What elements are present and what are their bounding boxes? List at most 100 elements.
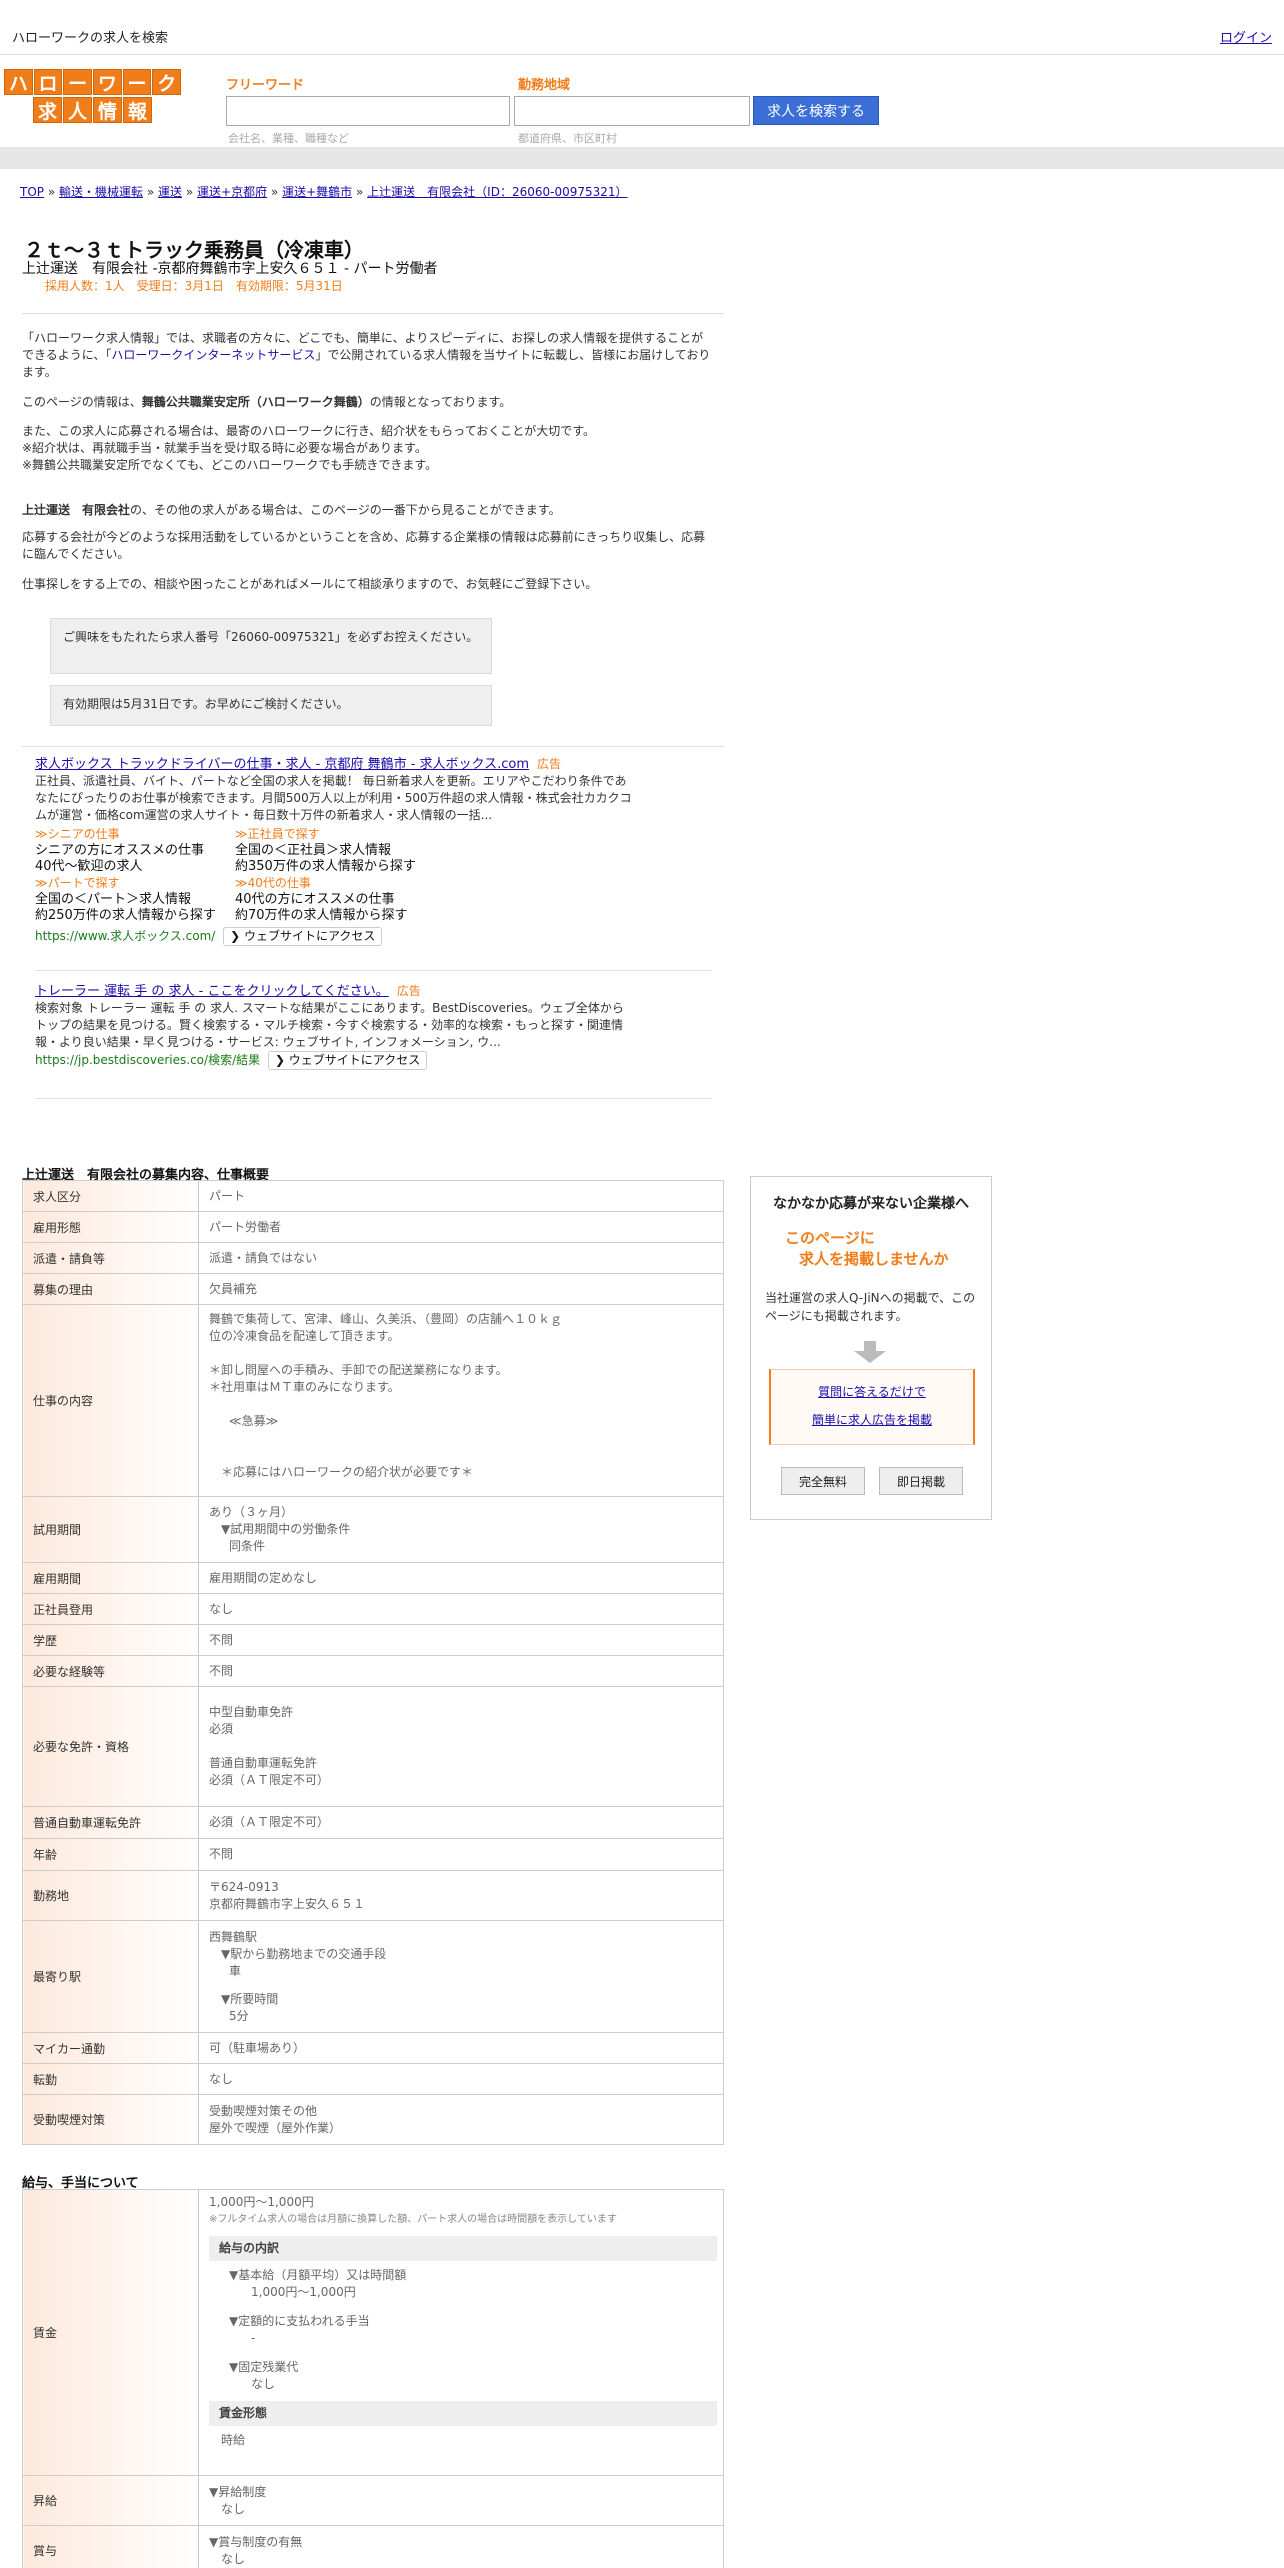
- ad-title-link[interactable]: トレーラー 運転 手 の 求人 - ここをクリックしてください。: [35, 984, 389, 999]
- breadcrumb-link[interactable]: 運送: [158, 185, 182, 199]
- row-value: 欠員補充: [198, 1273, 724, 1305]
- wage-range: 1,000円〜1,000円: [209, 2195, 314, 2209]
- breadcrumb-separator: »: [47, 185, 56, 199]
- breadcrumb-link[interactable]: 輸送・機械運転: [59, 185, 143, 199]
- table-row: 転勤 なし: [22, 2063, 724, 2095]
- value-line: 1,000円〜1,000円: [251, 2285, 356, 2299]
- site-title: ハローワークの求人を検索: [12, 31, 169, 46]
- post-ad-link[interactable]: 簡単に求人広告を掲載: [812, 1413, 932, 1427]
- row-label: 転勤: [22, 2063, 199, 2095]
- table-row: 年齢 不問: [22, 1838, 724, 1871]
- row-label: 雇用形態: [22, 1211, 199, 1243]
- value-line: ▼試用期間中の労働条件: [221, 1522, 351, 1536]
- panel-catch: このページに: [785, 1229, 875, 1247]
- ad-title-link[interactable]: 求人ボックス トラックドライバーの仕事・求人 - 京都府 舞鶴市 - 求人ボック…: [35, 757, 529, 772]
- post-ad-link[interactable]: 質問に答えるだけで: [818, 1385, 926, 1399]
- logo-char: 人: [63, 97, 92, 123]
- row-value: ▼昇給制度 なし: [198, 2475, 724, 2526]
- breadcrumb-link[interactable]: 運送+舞鶴市: [282, 185, 352, 199]
- company-other-jobs-paragraph: 上辻運送 有限会社の、その他の求人がある場合は、このページの一番下から見ることが…: [22, 502, 714, 519]
- ad-sitelink-title[interactable]: ≫正社員で探す: [235, 826, 495, 843]
- keyword-label: フリーワード: [226, 78, 305, 93]
- breadcrumb: TOP » 輸送・機械運転 » 運送 » 運送+京都府 » 運送+舞鶴市 » 上…: [20, 183, 628, 200]
- ad-sitelink[interactable]: ≫40代の仕事 40代の方にオススメの仕事 約70万件の求人情報から探す: [235, 875, 495, 924]
- ad-sitelink-line: 約350万件の求人情報から探す: [235, 859, 416, 874]
- value-line: なし: [221, 2501, 246, 2516]
- logo-char: 報: [123, 97, 152, 123]
- row-label: 普通自動車運転免許: [22, 1806, 199, 1839]
- row-label: 賞与: [22, 2525, 199, 2568]
- visit-website-button[interactable]: ❯ ウェブサイトにアクセス: [267, 1051, 428, 1070]
- job-number-notice: ご興味をもたれたら求人番号「26060-00975321」を必ずお控えください。: [50, 618, 492, 674]
- ad-sitelink[interactable]: ≫正社員で探す 全国の＜正社員＞求人情報 約350万件の求人情報から探す: [235, 826, 495, 875]
- ad-sitelink-line: 約250万件の求人情報から探す: [35, 908, 216, 923]
- row-value: 1,000円〜1,000円 ※フルタイム求人の場合は月額に換算した額、パート求人…: [198, 2189, 724, 2476]
- search-header: ハ ロ ー ワ ー ク 求 人 情 報 フリーワード 会社名、業種、職種など 勤…: [0, 55, 1284, 147]
- breadcrumb-link[interactable]: 運送+京都府: [197, 185, 267, 199]
- row-label: 必要な免許・資格: [22, 1686, 199, 1807]
- table-row: 派遣・請負等 派遣・請負ではない: [22, 1242, 724, 1274]
- search-button[interactable]: 求人を検索する: [753, 96, 879, 125]
- divider: [35, 970, 711, 971]
- ad-url[interactable]: https://www.求人ボックス.com/: [35, 929, 215, 943]
- ad-sitelink-line: 約70万件の求人情報から探す: [235, 908, 408, 923]
- row-value: 雇用期間の定めなし: [198, 1562, 724, 1594]
- area-input[interactable]: [514, 96, 750, 126]
- value-line: ▼賞与制度の有無: [209, 2534, 303, 2549]
- row-value: 派遣・請負ではない: [198, 1242, 724, 1274]
- row-value: 舞鶴で集荷して、宮津、峰山、久美浜、（豊岡）の店舗へ１０ｋｇ 位の冷凍食品を配達…: [198, 1304, 724, 1497]
- panel-title: なかなか応募が来ない企業様へ: [773, 1196, 969, 1212]
- ad-badge: 広告: [396, 984, 421, 998]
- visit-website-button[interactable]: ❯ ウェブサイトにアクセス: [223, 927, 383, 946]
- value-line: 中型自動車免許: [209, 1705, 294, 1719]
- row-value: パート: [198, 1180, 724, 1212]
- down-arrow-icon: [854, 1341, 886, 1363]
- value-line: なし: [221, 2551, 246, 2566]
- row-label: 必要な経験等: [22, 1655, 199, 1687]
- ad-sitelink-title[interactable]: ≫パートで探す: [35, 875, 235, 892]
- ad-sitelink-title[interactable]: ≫40代の仕事: [235, 875, 495, 892]
- logo-char: ハ: [4, 69, 33, 95]
- post-ad-links: 質問に答えるだけで 簡単に求人広告を掲載: [769, 1369, 975, 1445]
- ad-sitelink-line: 全国の＜正社員＞求人情報: [235, 843, 392, 858]
- table-row: 必要な免許・資格 中型自動車免許 必須 普通自動車運転免許 必須（ＡＴ限定不可）: [22, 1686, 724, 1807]
- row-value: 必須（ＡＴ限定不可）: [198, 1806, 724, 1839]
- employer-ad-panel: なかなか応募が来ない企業様へ このページに 求人を掲載しませんか 当社運営の求人…: [750, 1176, 992, 1520]
- table-row: 勤務地 〒624-0913 京都府舞鶴市字上安久６５１: [22, 1870, 724, 1921]
- area-label: 勤務地域: [518, 78, 571, 93]
- row-value: 可（駐車場あり）: [198, 2032, 724, 2064]
- value-line: -: [251, 2331, 256, 2345]
- row-label: 雇用期間: [22, 1562, 199, 1594]
- intro-line: ※舞鶴公共職業安定所でなくても、どこのハローワークでも手続きできます。: [22, 458, 438, 472]
- value-line: ▼昇給制度: [209, 2484, 267, 2499]
- table-row: 昇給 ▼昇給制度 なし: [22, 2475, 724, 2526]
- row-label: 年齢: [22, 1838, 199, 1871]
- table-row: 求人区分 パート: [22, 1180, 724, 1212]
- ad-sitelink[interactable]: ≫パートで探す 全国の＜パート＞求人情報 約250万件の求人情報から探す: [35, 875, 235, 924]
- row-label: 昇給: [22, 2475, 199, 2526]
- logo-char: 求: [33, 97, 62, 123]
- keyword-input[interactable]: [226, 96, 510, 126]
- breadcrumb-current[interactable]: 上辻運送 有限会社（ID：26060-00975321）: [367, 185, 627, 199]
- top-bar: ハローワークの求人を検索 ログイン: [0, 0, 1284, 55]
- login-link[interactable]: ログイン: [1220, 27, 1272, 46]
- recruit-table: 求人区分 パート 雇用形態 パート労働者 派遣・請負等 派遣・請負ではない 募集…: [22, 1180, 724, 2145]
- table-row: 受動喫煙対策 受動喫煙対策その他 屋外で喫煙（屋外作業）: [22, 2094, 724, 2145]
- value-line: 同条件: [229, 1539, 266, 1553]
- hellowork-logo[interactable]: ハ ロ ー ワ ー ク 求 人 情 報: [4, 69, 182, 125]
- divider: [22, 746, 724, 747]
- row-label: 募集の理由: [22, 1273, 199, 1305]
- row-value: 受動喫煙対策その他 屋外で喫煙（屋外作業）: [198, 2094, 724, 2145]
- ad-url[interactable]: https://jp.bestdiscoveries.co/検索/結果: [35, 1053, 260, 1067]
- row-value: あり（３ヶ月） ▼試用期間中の労働条件 同条件: [198, 1496, 724, 1563]
- logo-char: ロ: [33, 69, 63, 95]
- ad-sitelink-line: 40代～歓迎の求人: [35, 859, 143, 874]
- value-line: 必須（ＡＴ限定不可）: [209, 1773, 330, 1787]
- ad-sitelink[interactable]: ≫シニアの仕事 シニアの方にオススメの仕事 40代～歓迎の求人: [35, 826, 235, 875]
- keyword-hint: 会社名、業種、職種など: [228, 132, 349, 145]
- breadcrumb-link[interactable]: TOP: [20, 185, 44, 199]
- ad-sitelink-title[interactable]: ≫シニアの仕事: [35, 826, 235, 843]
- hellowork-internet-link[interactable]: ハローワークインターネットサービス: [111, 348, 315, 362]
- intro-line: また、この求人に応募される場合は、最寄のハローワークに行き、紹介状をもらっておく…: [22, 424, 596, 438]
- header-divider-strip: [0, 147, 1284, 169]
